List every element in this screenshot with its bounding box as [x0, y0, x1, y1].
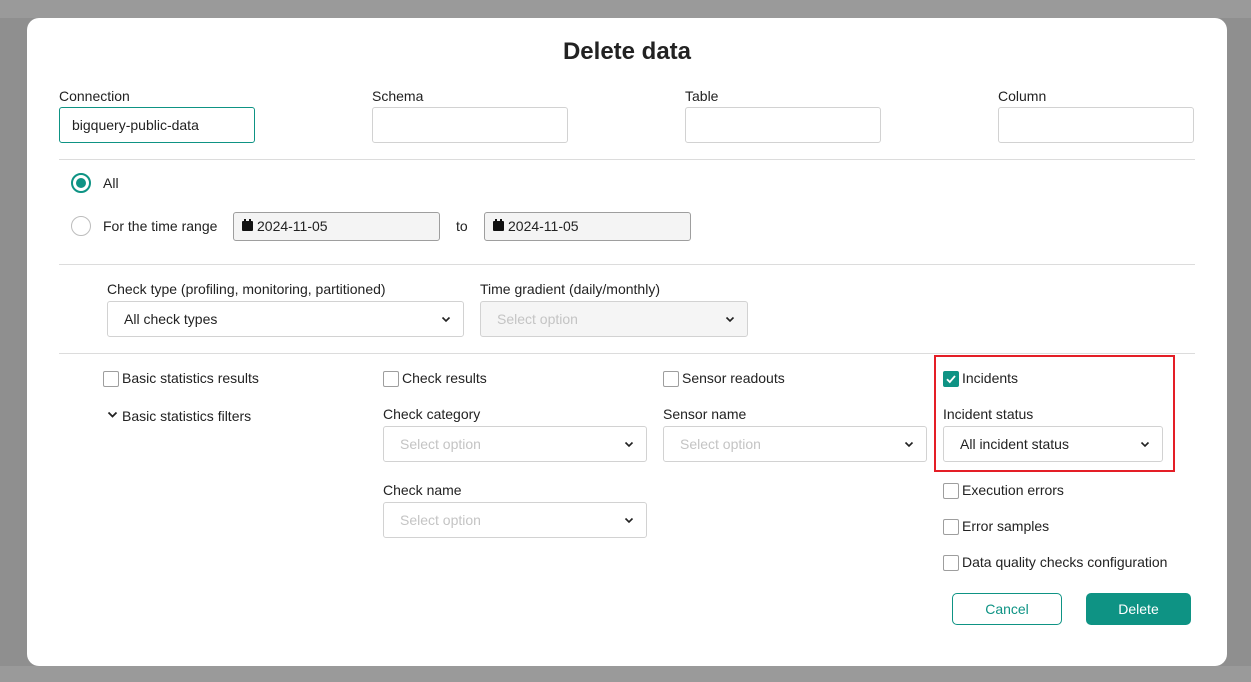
- delete-data-dialog: Delete data Connection bigquery-public-d…: [27, 18, 1227, 666]
- check-type-select[interactable]: All check types: [107, 301, 464, 337]
- basic-statistics-filters-toggle[interactable]: Basic statistics filters: [122, 408, 251, 424]
- schema-input[interactable]: [372, 107, 568, 143]
- radio-time-range-label: For the time range: [103, 218, 218, 234]
- table-input[interactable]: [685, 107, 881, 143]
- sensor-readouts-checkbox[interactable]: [663, 371, 679, 387]
- check-results-label: Check results: [402, 370, 487, 386]
- column-input[interactable]: [998, 107, 1194, 143]
- chevron-down-icon: [1140, 441, 1150, 448]
- execution-errors-checkbox[interactable]: [943, 483, 959, 499]
- execution-errors-label: Execution errors: [962, 482, 1064, 498]
- connection-label: Connection: [59, 88, 130, 104]
- basic-statistics-results-checkbox[interactable]: [103, 371, 119, 387]
- check-results-checkbox[interactable]: [383, 371, 399, 387]
- delete-button[interactable]: Delete: [1086, 593, 1191, 625]
- basic-statistics-results-label: Basic statistics results: [122, 370, 259, 386]
- incident-status-value: All incident status: [960, 436, 1069, 452]
- calendar-icon: [493, 219, 504, 232]
- checkmark-icon: [946, 375, 956, 384]
- incident-status-label: Incident status: [943, 406, 1034, 422]
- cancel-button[interactable]: Cancel: [952, 593, 1062, 625]
- schema-label: Schema: [372, 88, 424, 104]
- check-type-label: Check type (profiling, monitoring, parti…: [107, 281, 386, 297]
- sensor-name-label: Sensor name: [663, 406, 747, 422]
- check-category-label: Check category: [383, 406, 481, 422]
- chevron-down-icon: [725, 316, 735, 323]
- incidents-label: Incidents: [962, 370, 1019, 386]
- divider: [59, 264, 1195, 265]
- sensor-readouts-label: Sensor readouts: [682, 370, 785, 386]
- table-label: Table: [685, 88, 719, 104]
- chevron-down-icon: [441, 316, 451, 323]
- column-label: Column: [998, 88, 1047, 104]
- time-gradient-label: Time gradient (daily/monthly): [480, 281, 660, 297]
- divider: [59, 159, 1195, 160]
- time-gradient-placeholder: Select option: [497, 311, 578, 327]
- check-name-label: Check name: [383, 482, 462, 498]
- divider: [59, 353, 1195, 354]
- chevron-down-icon[interactable]: [107, 411, 118, 419]
- dialog-title: Delete data: [562, 38, 692, 65]
- background-header-strip: [0, 0, 1251, 18]
- incidents-checkbox[interactable]: [943, 371, 959, 387]
- radio-all-label: All: [103, 175, 119, 191]
- date-to-label: to: [456, 218, 468, 234]
- dq-checks-config-label: Data quality checks configuration: [962, 554, 1168, 570]
- radio-time-range[interactable]: [71, 216, 91, 236]
- error-samples-label: Error samples: [962, 518, 1050, 534]
- check-category-select[interactable]: Select option: [383, 426, 647, 462]
- check-name-select[interactable]: Select option: [383, 502, 647, 538]
- check-category-placeholder: Select option: [400, 436, 481, 452]
- chevron-down-icon: [624, 517, 634, 524]
- time-gradient-select[interactable]: Select option: [480, 301, 748, 337]
- chevron-down-icon: [624, 441, 634, 448]
- background-footer-strip: [0, 666, 1251, 682]
- sensor-name-placeholder: Select option: [680, 436, 761, 452]
- error-samples-checkbox[interactable]: [943, 519, 959, 535]
- date-from-input[interactable]: 2024-11-05: [233, 212, 440, 241]
- incident-status-select[interactable]: All incident status: [943, 426, 1163, 462]
- date-from-value: 2024-11-05: [257, 218, 328, 234]
- dq-checks-config-checkbox[interactable]: [943, 555, 959, 571]
- check-type-value: All check types: [124, 311, 218, 327]
- chevron-down-icon: [904, 441, 914, 448]
- date-to-value: 2024-11-05: [508, 218, 579, 234]
- sensor-name-select[interactable]: Select option: [663, 426, 927, 462]
- check-name-placeholder: Select option: [400, 512, 481, 528]
- calendar-icon: [242, 219, 253, 232]
- radio-all[interactable]: [71, 173, 91, 193]
- connection-input[interactable]: bigquery-public-data: [59, 107, 255, 143]
- date-to-input[interactable]: 2024-11-05: [484, 212, 691, 241]
